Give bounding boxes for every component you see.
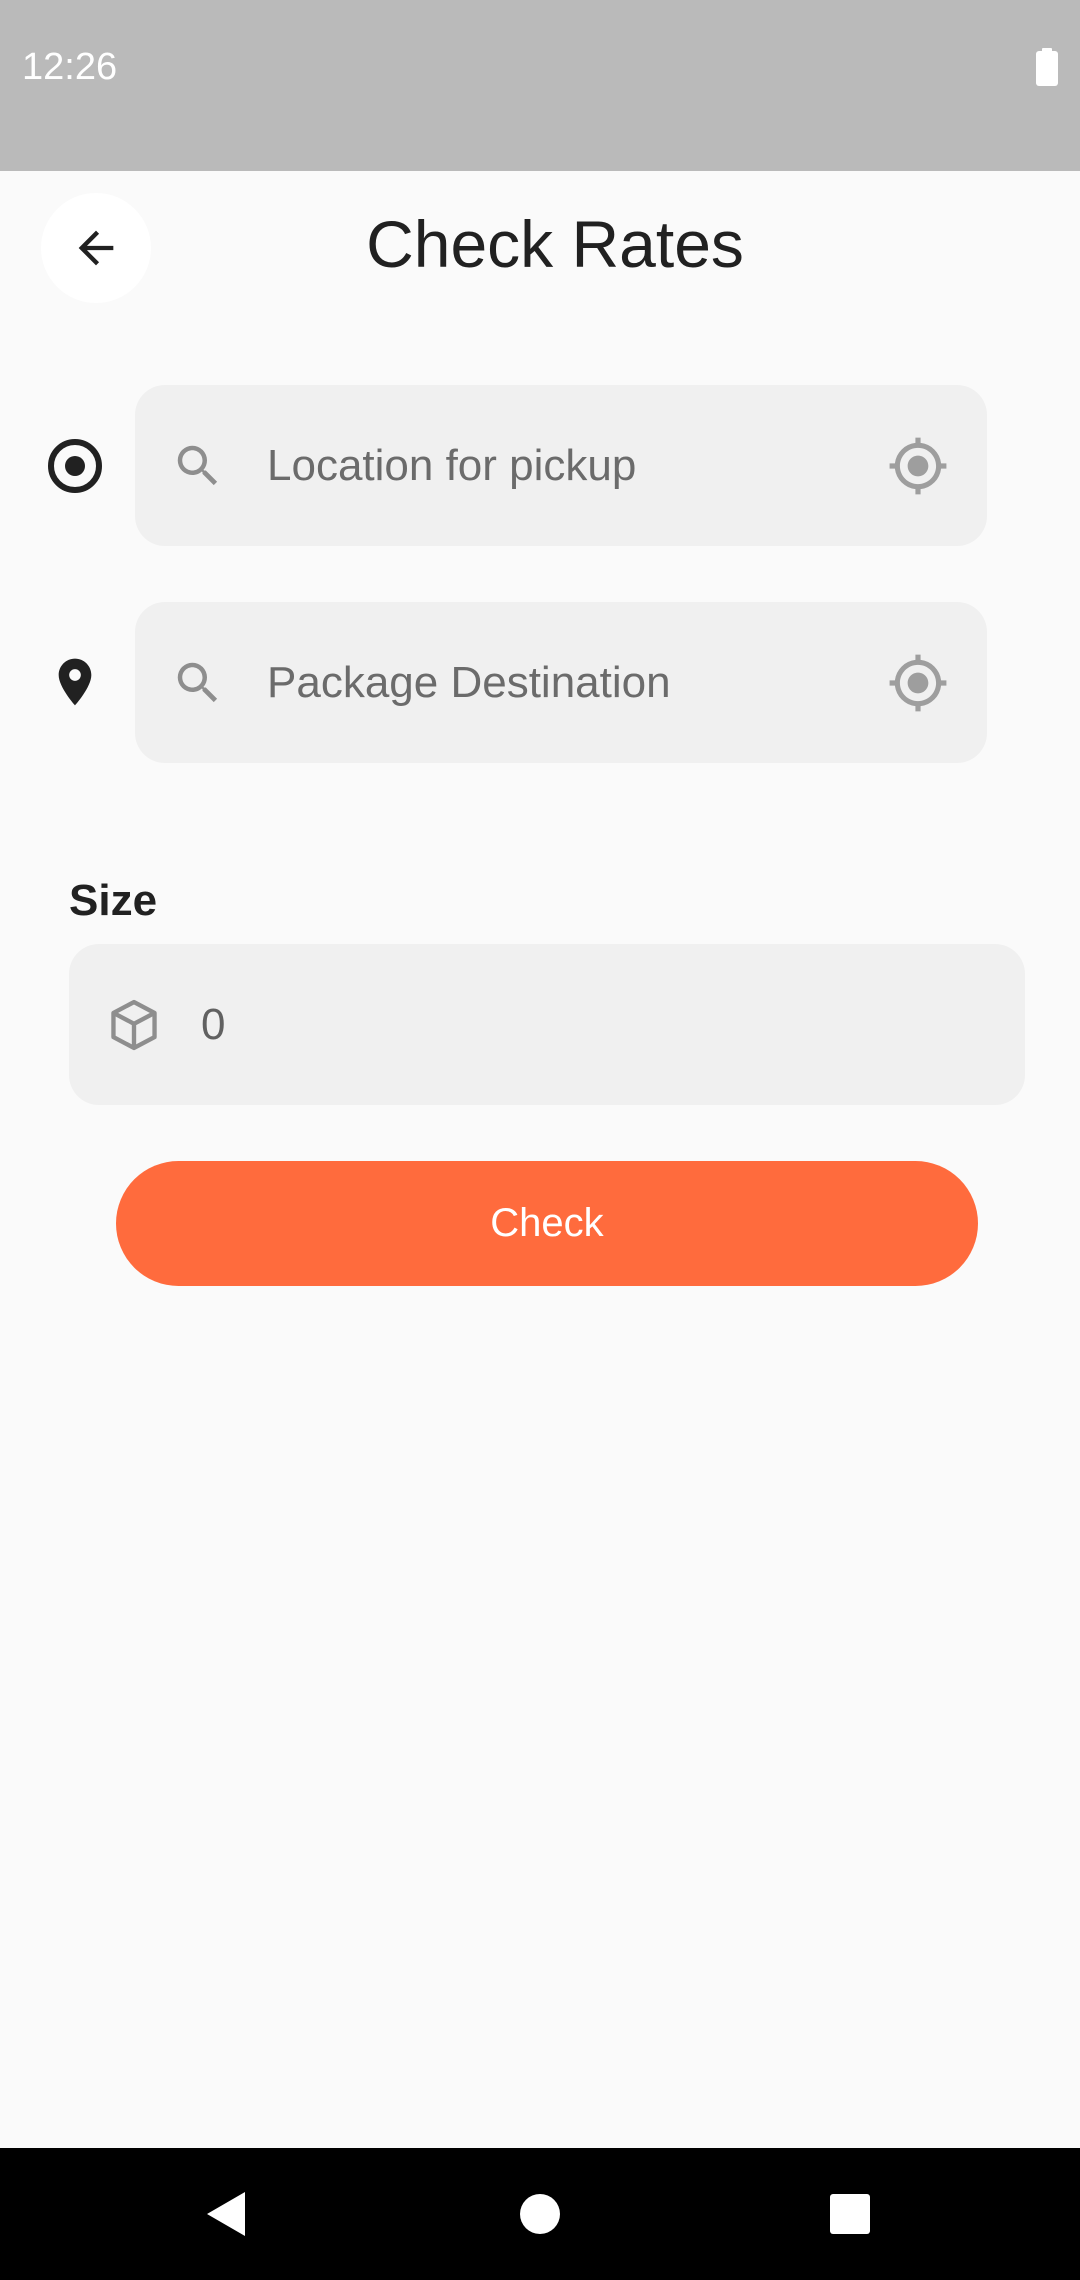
nav-home-button[interactable] bbox=[480, 2148, 600, 2280]
pickup-search-field[interactable] bbox=[135, 385, 987, 546]
status-time: 12:26 bbox=[22, 46, 118, 88]
page-title: Check Rates bbox=[366, 207, 744, 281]
nav-back-button[interactable] bbox=[166, 2148, 286, 2280]
pickup-marker bbox=[45, 436, 105, 496]
package-destination-input[interactable] bbox=[267, 657, 787, 708]
destination-search-field[interactable] bbox=[135, 602, 987, 763]
size-input[interactable] bbox=[201, 999, 901, 1050]
gps-locate-icon[interactable] bbox=[887, 435, 949, 497]
nav-recents-square-icon bbox=[830, 2194, 870, 2234]
battery-full-icon bbox=[1036, 48, 1058, 86]
nav-recents-button[interactable] bbox=[790, 2148, 910, 2280]
map-pin-icon bbox=[58, 658, 92, 706]
check-button[interactable]: Check bbox=[116, 1161, 978, 1286]
status-bar: 12:26 bbox=[0, 0, 1080, 171]
radio-target-icon bbox=[48, 439, 102, 493]
nav-home-circle-icon bbox=[520, 2194, 560, 2234]
nav-back-triangle-icon bbox=[207, 2192, 245, 2236]
pickup-location-input[interactable] bbox=[267, 440, 787, 491]
search-icon bbox=[177, 662, 218, 702]
size-label: Size bbox=[69, 876, 158, 925]
search-icon bbox=[177, 445, 218, 485]
destination-marker bbox=[45, 652, 105, 712]
gps-locate-icon[interactable] bbox=[887, 652, 949, 714]
size-field[interactable] bbox=[69, 944, 1025, 1105]
system-nav-bar bbox=[0, 2148, 1080, 2280]
package-box-icon bbox=[111, 999, 157, 1050]
